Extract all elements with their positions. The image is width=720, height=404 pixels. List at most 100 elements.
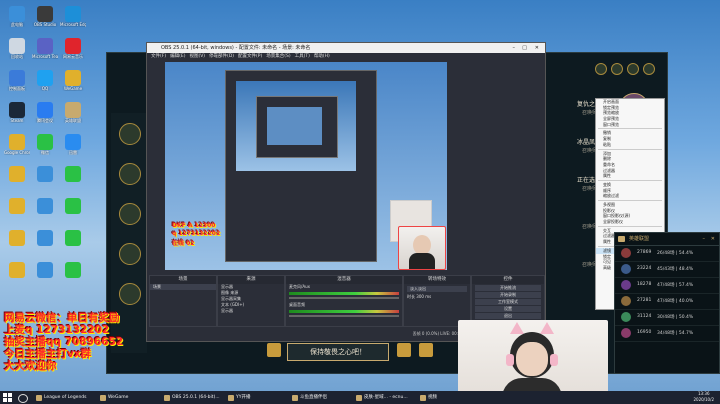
taskbar-item[interactable]: 皮肤-星域... - ecnu... [354, 392, 422, 403]
desktop-shortcut[interactable]: 回收站 [4, 38, 30, 59]
source-item[interactable]: 显示器 [218, 308, 284, 314]
desktop-shortcut[interactable]: 此电脑 [4, 6, 30, 27]
player-row[interactable]: 27281 47/48场 | 40.0% [615, 294, 719, 310]
desktop-shortcut[interactable]: Microsoft Edge [60, 6, 86, 27]
menu-separator [598, 225, 662, 227]
desktop-shortcut-label: OBS Studio [33, 22, 57, 27]
taskbar-item[interactable]: League of Legends [34, 392, 102, 403]
maximize-icon[interactable]: □ [522, 43, 527, 53]
ban-slot-icon[interactable] [119, 123, 141, 145]
desktop-shortcut[interactable]: Google Chrome [4, 134, 30, 155]
desktop-shortcut-label: 迅雷 [69, 150, 77, 155]
player-winrate: 34/48场 | 54.7% [657, 331, 694, 336]
desktop-shortcut-label: WeGame [63, 86, 83, 91]
obs-menu-item[interactable]: 停靠部件(D) [209, 54, 234, 59]
obs-menu-item[interactable]: 工具(T) [295, 54, 310, 59]
volume-slider[interactable] [289, 297, 399, 299]
taskbar-item[interactable]: YY开播 [226, 392, 294, 403]
context-menu-item[interactable]: 属性 [596, 173, 664, 179]
system-clock[interactable]: 13:36 2020/10/2 [693, 391, 714, 403]
desktop-shortcut[interactable]: QQ [32, 70, 58, 91]
player-row[interactable]: 23224 45/43场 | 48.4% [615, 262, 719, 278]
search-icon[interactable] [18, 394, 28, 403]
transition-duration-value[interactable]: 300 ms [416, 294, 431, 299]
obs-window[interactable]: OBS 25.0.1 (64-bit, windows) - 配置文件: 未命名… [146, 42, 665, 342]
volume-slider[interactable] [289, 315, 399, 317]
obs-control-button[interactable]: 工作室模式 [475, 299, 541, 305]
desktop-shortcut[interactable] [32, 166, 58, 182]
obs-menu-item[interactable]: 文件(F) [151, 54, 166, 59]
desktop-shortcut[interactable]: OBS Studio [32, 6, 58, 27]
obs-menu-item[interactable]: 场景集合(S) [266, 54, 290, 59]
context-menu-item[interactable]: 粘贴 [596, 142, 664, 148]
desktop-shortcut[interactable]: WeGame [60, 70, 86, 91]
app-icon [65, 262, 81, 278]
taskbar-item[interactable]: 视频 [418, 392, 486, 403]
taskbar-item[interactable]: OBS 25.0.1 (64-bit)... [162, 392, 230, 403]
obs-control-button[interactable]: 开始推流 [475, 285, 541, 291]
taskbar-item[interactable]: WeGame [98, 392, 166, 403]
desktop-shortcut[interactable] [4, 198, 30, 214]
transitions-dock-title: 转场特效 [404, 276, 470, 284]
obs-menu-item[interactable]: 帮助(H) [314, 54, 330, 59]
app-icon [37, 198, 53, 214]
desktop-shortcut[interactable] [60, 198, 86, 214]
headphone-icon [550, 354, 558, 366]
desktop-shortcut-label: Microsoft Edge [60, 22, 86, 27]
summoner-spell-icon[interactable] [267, 343, 281, 357]
headphone-icon [506, 354, 514, 366]
desktop-shortcut[interactable] [4, 230, 30, 246]
scene-item[interactable]: 场景 [150, 284, 216, 290]
desktop-shortcut[interactable] [4, 166, 30, 182]
app-icon [37, 230, 53, 246]
summoner-spell-icon[interactable] [397, 343, 411, 357]
ban-slot-icon[interactable] [119, 283, 141, 305]
desktop-shortcut[interactable]: 控制面板 [4, 70, 30, 91]
player-row[interactable]: 18278 47/48场 | 57.4% [615, 278, 719, 294]
ban-slot-icon[interactable] [119, 163, 141, 185]
minimize-icon[interactable]: – [513, 43, 516, 53]
obs-control-button[interactable]: 退出 [475, 313, 541, 319]
desktop-shortcut[interactable] [32, 262, 58, 278]
context-menu-item[interactable]: 窗口预览 [596, 122, 664, 128]
app-icon [9, 198, 25, 214]
obs-menu-item[interactable]: 编辑(E) [170, 54, 185, 59]
rune-icon[interactable] [419, 343, 433, 357]
desktop-shortcut[interactable] [32, 230, 58, 246]
player-row[interactable]: 27869 26/48场 | 54.4% [615, 246, 719, 262]
obs-control-button[interactable]: 开始录制 [475, 292, 541, 298]
taskbar-item[interactable]: 斗鱼直播伴侣 [290, 392, 358, 403]
desktop-shortcut[interactable]: 微信 [32, 134, 58, 155]
lock-in-button[interactable]: 保持敬畏之心吧！ [287, 343, 389, 361]
desktop-shortcut-label: 回收站 [11, 54, 23, 59]
obs-menu-item[interactable]: 配置文件(P) [238, 54, 262, 59]
desktop-shortcut[interactable] [4, 262, 30, 278]
context-menu-item[interactable]: 全屏投影仪 [596, 219, 664, 225]
player-id: 27281 [637, 298, 652, 303]
desktop-shortcut[interactable] [32, 198, 58, 214]
desktop-shortcut[interactable] [60, 230, 86, 246]
desktop-shortcut[interactable]: Steam [4, 102, 30, 123]
ban-slot-icon[interactable] [119, 203, 141, 225]
ban-slot-icon[interactable] [119, 243, 141, 265]
context-menu-item[interactable]: 缩放过滤 [596, 193, 664, 199]
desktop-shortcut[interactable]: Microsoft Teams [32, 38, 58, 59]
desktop-shortcut[interactable] [60, 166, 86, 182]
desktop-shortcut[interactable]: 迅雷 [60, 134, 86, 155]
desktop-shortcut[interactable]: 网易云音乐 [60, 38, 86, 59]
obs-control-button[interactable]: 设置 [475, 306, 541, 312]
player-row[interactable]: 16950 34/48场 | 54.7% [615, 326, 719, 342]
mixer-dock: 混音器 麦克风/Aux 桌面音频 [285, 275, 403, 327]
desktop-shortcut[interactable]: 英雄联盟 [60, 102, 86, 123]
close-icon[interactable]: ✕ [535, 43, 539, 53]
close-icon[interactable]: ✕ [711, 233, 715, 245]
player-row[interactable]: 31124 30/48场 | 50.4% [615, 310, 719, 326]
windows-start-icon[interactable] [3, 393, 12, 402]
minimize-icon[interactable]: – [703, 233, 706, 245]
player-avatar [621, 264, 631, 274]
transition-select[interactable]: 淡入淡出 [407, 286, 467, 292]
desktop-shortcut[interactable]: 腾讯会议 [32, 102, 58, 123]
player-winrate: 47/48场 | 40.0% [657, 299, 694, 304]
desktop-shortcut[interactable] [60, 262, 86, 278]
obs-menu-item[interactable]: 视图(V) [189, 54, 205, 59]
